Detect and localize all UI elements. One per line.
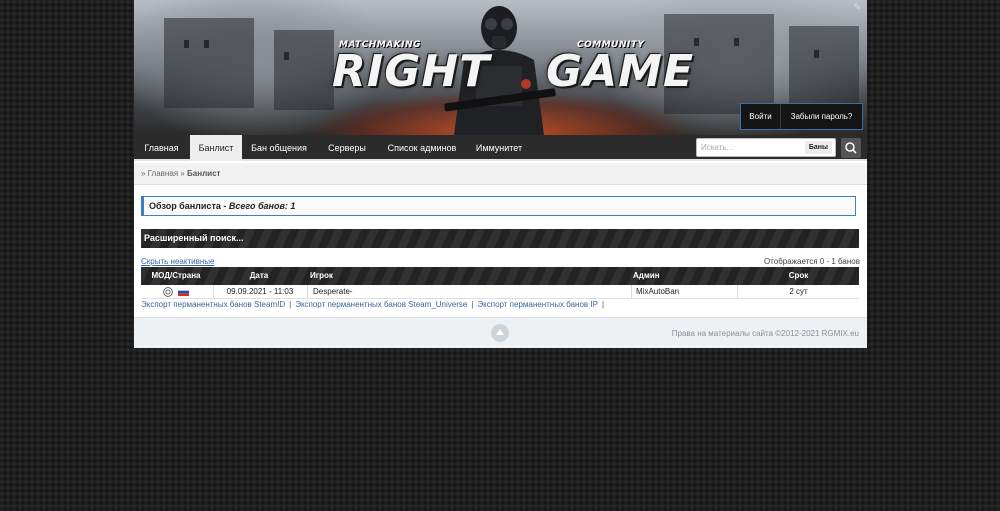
banlist-overview-heading: Обзор банлиста - Всего банов: 1 xyxy=(141,196,856,216)
arrow-up-icon xyxy=(496,329,504,335)
term-cell: 2 сут xyxy=(789,287,808,296)
nav-item-comm-bans[interactable]: Бан общения xyxy=(244,135,314,161)
breadcrumb-separator: » xyxy=(180,169,185,178)
export-separator: | xyxy=(601,300,605,309)
search-button[interactable] xyxy=(841,138,861,158)
site-banner: MATCHMAKING RIGHT COMMUNITY GAME ✎ Войти… xyxy=(134,0,867,135)
date-cell: 09.09.2021 - 11:03 xyxy=(226,287,294,296)
export-steamid-link[interactable]: Экспорт перманентных банов SteamID xyxy=(141,300,285,309)
breadcrumb-current: Банлист xyxy=(187,169,221,178)
page-container: MATCHMAKING RIGHT COMMUNITY GAME ✎ Войти… xyxy=(134,0,867,348)
auth-box: Войти Забыли пароль? xyxy=(740,103,863,130)
nav-item-admins[interactable]: Список админов xyxy=(380,135,464,161)
nav-item-servers[interactable]: Серверы xyxy=(320,135,374,161)
column-header-mod-country: МОД/Страна xyxy=(151,271,201,280)
search-scope-button[interactable]: Баны xyxy=(804,141,832,154)
login-button[interactable]: Войти xyxy=(741,104,781,129)
logo-right-text: RIGHT xyxy=(332,46,491,97)
russia-flag-icon xyxy=(177,287,190,296)
export-links: Экспорт перманентных банов SteamID | Экспо… xyxy=(141,300,608,309)
game-mod-icon xyxy=(163,287,173,297)
column-header-player: Игрок xyxy=(310,271,333,280)
mod-country-cell xyxy=(141,285,211,298)
admin-cell: MixAutoBan xyxy=(636,287,680,296)
hide-inactive-link[interactable]: Скрыть неактивные xyxy=(141,257,214,266)
export-ip-link[interactable]: Экспорт перманентных банов IP xyxy=(477,300,598,309)
expand-icon[interactable]: ✎ xyxy=(853,2,861,13)
export-separator: | xyxy=(471,300,474,309)
table-row[interactable]: 09.09.2021 - 11:03 Desperate- MixAutoBan… xyxy=(141,285,859,299)
breadcrumb-home-link[interactable]: » Главная xyxy=(141,169,178,178)
search-icon xyxy=(845,142,857,154)
column-header-term: Срок xyxy=(788,271,809,280)
breadcrumb: » Главная » Банлист xyxy=(134,163,867,185)
ban-table-header: МОД/Страна Дата Игрок Админ Срок xyxy=(141,267,859,285)
overview-total: Всего банов: 1 xyxy=(228,201,296,211)
logo-game-text: GAME xyxy=(546,46,695,97)
export-separator: | xyxy=(289,300,292,309)
nav-item-immunity[interactable]: Иммунитет xyxy=(468,135,530,161)
showing-count: Отображается 0 - 1 банов xyxy=(763,257,860,266)
nav-item-banlist[interactable]: Банлист xyxy=(190,135,242,161)
copyright-text: Права на материалы сайта ©2012-2021 RGMI… xyxy=(671,329,859,338)
search-box: Баны xyxy=(696,138,836,157)
player-cell: Desperate- xyxy=(313,287,353,296)
nav-item-home[interactable]: Главная xyxy=(134,135,189,161)
export-steam-universe-link[interactable]: Экспорт перманентных банов Steam_Univers… xyxy=(295,300,467,309)
search-input[interactable] xyxy=(701,140,801,155)
column-header-date: Дата xyxy=(249,271,269,280)
footer: Права на материалы сайта ©2012-2021 RGMI… xyxy=(134,317,867,348)
main-content: » Главная » Банлист Обзор банлиста - Все… xyxy=(134,163,867,317)
advanced-search-toggle[interactable]: Расширенный поиск... xyxy=(141,229,859,248)
scroll-to-top-button[interactable] xyxy=(491,324,509,342)
main-nav: Главная Банлист Бан общения Серверы Спис… xyxy=(134,135,867,161)
forgot-password-button[interactable]: Забыли пароль? xyxy=(781,104,862,129)
overview-title: Обзор банлиста - xyxy=(149,201,229,211)
column-header-admin: Админ xyxy=(633,271,660,280)
